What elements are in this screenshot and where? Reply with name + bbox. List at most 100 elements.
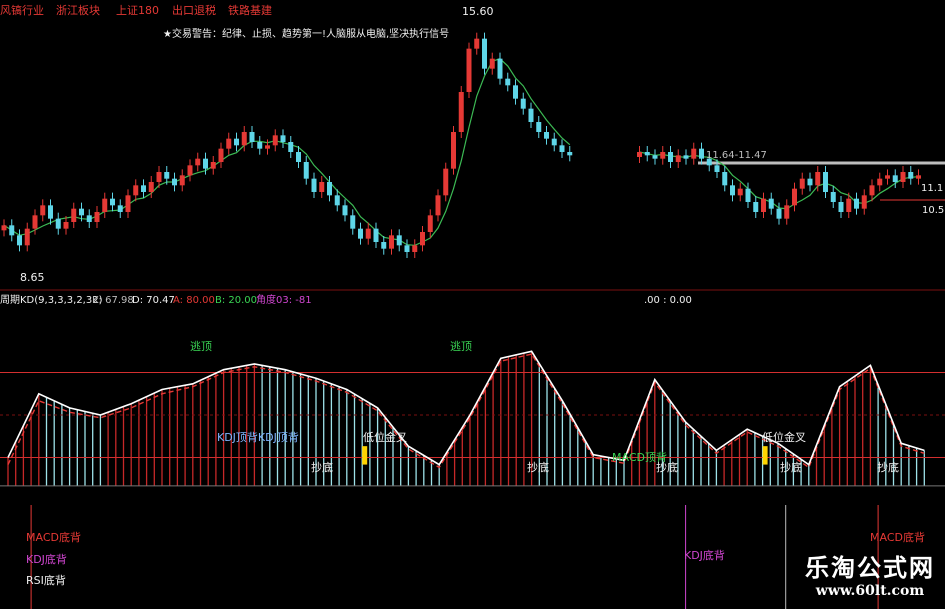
- candle-body: [854, 198, 859, 209]
- candle-body: [226, 138, 232, 149]
- candle-body: [311, 178, 317, 192]
- candle-body: [699, 148, 704, 159]
- candle-body: [319, 182, 325, 192]
- candle-body: [520, 98, 526, 109]
- candle-body: [900, 172, 906, 182]
- right-price-label-1: 11.1: [921, 183, 944, 194]
- sector-tag-1[interactable]: 风镐行业: [0, 4, 44, 17]
- candle-body: [489, 58, 495, 69]
- trading-warning: ★交易警告：纪律、止损、趋势第一!人脑服从电脑,坚决执行信号: [163, 29, 450, 40]
- candle-body: [567, 152, 573, 156]
- candle-body: [435, 195, 441, 216]
- candle-body: [218, 148, 224, 162]
- candle-body: [179, 175, 185, 186]
- bottom-catch-label-2: 抄底: [527, 461, 549, 474]
- candle-body: [404, 245, 410, 252]
- candle-body: [652, 155, 658, 159]
- candle-body: [389, 235, 394, 249]
- candle-body: [637, 152, 642, 157]
- candle-body: [94, 212, 100, 222]
- candle-body: [745, 188, 751, 202]
- candle-body: [17, 235, 22, 246]
- candle-body: [807, 178, 813, 186]
- candle-body: [63, 222, 69, 229]
- candle-body: [916, 175, 921, 179]
- macd-bottom-divergence-label-2: MACD底背: [870, 531, 925, 544]
- candle-body: [551, 138, 557, 146]
- low-golden-cross-label-2: 低位金叉: [762, 431, 806, 444]
- candle-body: [265, 145, 270, 149]
- indicator-extra-value: .00 : 0.00: [644, 295, 692, 306]
- bottom-catch-label-5: 抄底: [877, 461, 899, 474]
- candle-body: [799, 178, 805, 189]
- indicator-k-value: K: 67.98: [92, 295, 134, 306]
- sector-tag-5[interactable]: 铁路基建: [228, 4, 272, 17]
- candle-body: [327, 182, 332, 196]
- candle-body: [241, 132, 247, 146]
- candle-body: [203, 158, 208, 169]
- candle-body: [497, 58, 503, 79]
- candle-body: [675, 155, 681, 162]
- candle-body: [451, 132, 456, 169]
- candle-body: [908, 172, 914, 179]
- candle-body: [458, 92, 464, 132]
- candle-body: [110, 198, 115, 206]
- candle-body: [303, 162, 309, 179]
- sector-tag-3[interactable]: 上证180: [116, 4, 159, 17]
- candle-body: [644, 152, 650, 156]
- candle-body: [249, 132, 255, 142]
- watermark-url: www.60lt.com: [815, 583, 925, 599]
- macd-bottom-divergence-label-1: MACD底背: [26, 531, 81, 544]
- candle-body: [513, 85, 518, 99]
- candle-body: [737, 188, 743, 196]
- candle-body: [79, 208, 84, 216]
- right-price-label-2: 10.5: [922, 205, 945, 216]
- candle-body: [505, 78, 511, 86]
- candle-body: [466, 48, 472, 92]
- indicator-d-value: D: 70.47: [132, 295, 175, 306]
- candle-body: [559, 145, 565, 152]
- kdj-top-divergence-label: KDJ顶背KDJ顶背: [217, 431, 299, 444]
- candle-body: [730, 185, 735, 196]
- candle-body: [55, 218, 61, 229]
- golden-cross-signal-1: [362, 446, 368, 465]
- candle-body: [9, 225, 15, 236]
- candle-body: [71, 208, 77, 222]
- range-label: 11.64-11.47: [706, 150, 767, 161]
- candle-body: [892, 175, 898, 182]
- candle-body: [660, 152, 666, 159]
- candle-body: [482, 38, 487, 69]
- candle-body: [141, 185, 146, 192]
- candle-body: [358, 228, 363, 239]
- low-golden-cross-label-1: 低位金叉: [363, 431, 407, 444]
- candle-body: [792, 188, 797, 206]
- low-price-label: 8.65: [20, 271, 45, 284]
- candle-body: [187, 165, 193, 176]
- candle-body: [668, 152, 673, 162]
- bottom-catch-label-3: 抄底: [656, 461, 678, 474]
- candle-body: [133, 185, 139, 196]
- candle-body: [443, 168, 449, 196]
- candle-body: [24, 228, 30, 246]
- candle-body: [48, 205, 53, 219]
- candle-body: [156, 172, 162, 182]
- sector-tag-4[interactable]: 出口退税: [172, 4, 216, 17]
- golden-cross-signal-2: [762, 446, 768, 465]
- site-watermark: 乐淘公式网 www.60lt.com: [805, 548, 935, 599]
- top-escape-label-2: 逃顶: [450, 340, 472, 353]
- candle-body: [164, 172, 170, 179]
- candle-body: [32, 215, 38, 229]
- candle-body: [280, 135, 286, 142]
- candle-body: [334, 195, 340, 206]
- sector-tag-2[interactable]: 浙江板块: [56, 4, 100, 17]
- candle-body: [784, 205, 790, 219]
- candle-body: [350, 215, 356, 229]
- candle-body: [768, 198, 774, 209]
- candle-body: [365, 228, 371, 239]
- candle-body: [877, 178, 883, 186]
- bottom-catch-label-4: 抄底: [780, 461, 802, 474]
- candle-61: [466, 42, 472, 98]
- kdj-bottom-divergence-label-1: KDJ底背: [26, 553, 67, 566]
- candle-59: [451, 126, 456, 175]
- candle-body: [86, 215, 92, 222]
